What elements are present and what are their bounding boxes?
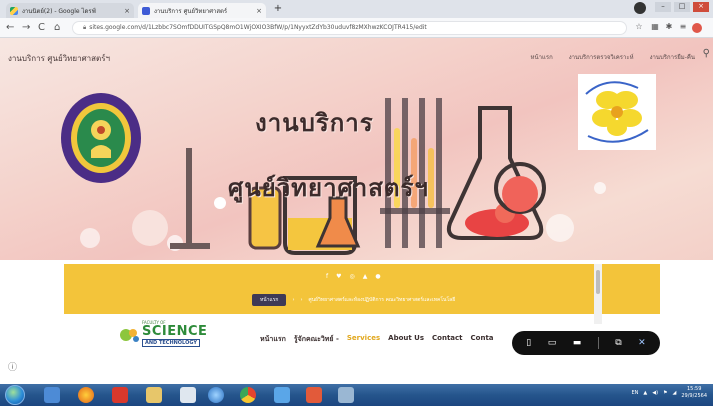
triangle-icon[interactable]: ▲	[363, 273, 368, 280]
language-indicator[interactable]: EN	[631, 390, 638, 396]
tablet-preview-icon[interactable]: ▭	[548, 338, 557, 348]
hero-headline-line1: งานบริการ	[255, 109, 374, 137]
flag-icon[interactable]: ⚑	[663, 390, 667, 396]
tray-arrow-icon[interactable]: ▲	[643, 390, 647, 396]
tab-close-icon[interactable]: ×	[124, 7, 130, 15]
social-icons: f ♥ ◎ ▲ ●	[326, 273, 381, 280]
science-burst-icon	[120, 329, 139, 342]
university-seal-logo	[61, 93, 141, 183]
home-icon[interactable]: ⌂	[54, 22, 60, 33]
site-title[interactable]: งานบริการ ศูนย์วิทยาศาสตร์ฯ	[8, 52, 110, 65]
url-bar[interactable]: 🔒︎ sites.google.com/d/1Lzbbc7SOmfDDUITGSp…	[72, 21, 627, 35]
new-tab-button[interactable]: +	[272, 4, 284, 15]
preview-nav-about-us[interactable]: About Us	[388, 334, 424, 345]
network-icon[interactable]: ◢	[673, 390, 677, 396]
hero-banner: งานบริการ ศูนย์วิทยาศาสตร์ฯ หน้าแรก งานบ…	[0, 38, 713, 260]
preview-nav-contact-truncated[interactable]: Conta	[471, 334, 494, 345]
folder-icon[interactable]	[146, 387, 162, 403]
logo-tech-text: AND TECHNOLOGY	[142, 339, 200, 347]
close-window-button[interactable]: ×	[693, 2, 709, 12]
preview-nav-about-faculty[interactable]: รู้จักคณะวิทย์ -	[294, 334, 339, 345]
faculty-science-logo[interactable]: FACULTY OF SCIENCE AND TECHNOLOGY	[116, 320, 212, 350]
preview-nav-home[interactable]: หน้าแรก	[260, 334, 286, 345]
back-arrow-icon[interactable]: ←	[6, 22, 14, 33]
address-toolbar: ← → C ⌂ 🔒︎ sites.google.com/d/1Lzbbc7SOmf…	[0, 18, 713, 38]
scrollbar-thumb[interactable]	[596, 270, 600, 294]
preview-nav-contact[interactable]: Contact	[432, 334, 463, 345]
clock[interactable]: 15:59 29/9/2564	[681, 386, 707, 400]
lock-icon: 🔒︎	[83, 24, 87, 31]
star-icon[interactable]: ☆	[634, 22, 644, 32]
info-icon[interactable]: ⓘ	[8, 360, 17, 373]
paint-icon[interactable]	[338, 387, 354, 403]
toolbar-divider	[597, 337, 599, 349]
start-button[interactable]	[5, 385, 25, 405]
logo-science-text: SCIENCE	[142, 324, 208, 339]
circle-icon[interactable]: ●	[375, 273, 380, 280]
internet-explorer-icon[interactable]	[208, 387, 224, 403]
firefox-icon[interactable]	[78, 387, 94, 403]
chevron-right-icon: ›	[292, 297, 295, 303]
tab-title: งานนิตย์(2) - Google ไดรฟ์	[22, 7, 96, 15]
explorer-icon[interactable]	[44, 387, 60, 403]
image-viewer-icon[interactable]	[274, 387, 290, 403]
document-icon[interactable]	[180, 387, 196, 403]
heart-icon[interactable]: ♥	[336, 273, 341, 280]
preview-main-nav: หน้าแรก รู้จักคณะวิทย์ - Services About …	[260, 334, 494, 345]
chevron-right-icon: ›	[300, 297, 303, 303]
facebook-icon[interactable]: f	[326, 273, 328, 280]
tab-sites-edit[interactable]: งานบริการ ศูนย์วิทยาศาสตร์ ×	[138, 3, 266, 18]
search-icon[interactable]: ⚲	[703, 48, 710, 59]
open-new-window-icon[interactable]: ⧉	[615, 338, 621, 348]
desktop-preview-icon[interactable]: ▬	[573, 338, 582, 348]
close-preview-icon[interactable]: ✕	[638, 338, 646, 348]
tab-close-icon[interactable]: ×	[256, 7, 262, 15]
device-preview-toolbar: ▯ ▭ ▬ ⧉ ✕	[512, 331, 660, 355]
tab-google-drive[interactable]: งานนิตย์(2) - Google ไดรฟ์ ×	[6, 3, 134, 18]
puzzle-icon[interactable]: ✱	[664, 22, 674, 32]
hero-headline-line2: ศูนย์วิทยาศาสตร์ฯ	[228, 174, 429, 202]
browser-tab-strip: งานนิตย์(2) - Google ไดรฟ์ × งานบริการ ศ…	[0, 0, 713, 18]
acrobat-icon[interactable]	[306, 387, 322, 403]
window-controls: – □ ×	[634, 2, 709, 14]
google-drive-icon	[10, 6, 18, 15]
breadcrumb-home-button[interactable]: หน้าแรก	[252, 294, 287, 306]
forward-arrow-icon[interactable]: →	[22, 22, 30, 33]
embedded-site-preview[interactable]: f ♥ ◎ ▲ ● หน้าแรก › › ศูนย์วิทยาศาสตร์แล…	[64, 264, 660, 384]
url-text: sites.google.com/d/1Lzbbc7SOmfDDUITGSpQ8…	[89, 24, 427, 31]
tab-title: งานบริการ ศูนย์วิทยาศาสตร์	[154, 7, 228, 15]
volume-icon[interactable]: ◀)	[652, 390, 658, 396]
maximize-button[interactable]: □	[674, 2, 690, 12]
system-tray: EN ▲ ◀) ⚑ ◢ 15:59 29/9/2564	[631, 386, 707, 400]
chrome-icon[interactable]	[240, 387, 256, 403]
breadcrumb: หน้าแรก › › ศูนย์วิทยาศาสตร์และห้องปฏิบั…	[252, 294, 455, 306]
minimize-button[interactable]: –	[655, 2, 671, 12]
flower-logo	[578, 74, 656, 150]
google-sites-icon	[142, 6, 150, 15]
breadcrumb-text: ศูนย์วิทยาศาสตร์และห้องปฏิบัติการ คณะวิท…	[308, 297, 456, 303]
instagram-icon[interactable]: ◎	[350, 273, 355, 280]
clock-time: 15:59	[686, 386, 702, 392]
page-viewport: งานบริการ ศูนย์วิทยาศาสตร์ฯ หน้าแรก งานบ…	[0, 38, 713, 384]
phone-preview-icon[interactable]: ▯	[526, 338, 531, 348]
nav-item-borrow-return[interactable]: งานบริการยืม-คืน	[650, 52, 695, 62]
preview-header-bar: f ♥ ◎ ▲ ● หน้าแรก › › ศูนย์วิทยาศาสตร์แล…	[64, 264, 660, 314]
windows-taskbar: EN ▲ ◀) ⚑ ◢ 15:59 29/9/2564	[0, 384, 713, 406]
profile-icon[interactable]	[634, 2, 646, 14]
reading-list-icon[interactable]: ≡	[678, 22, 688, 32]
avatar[interactable]	[692, 23, 702, 33]
pdf-reader-icon[interactable]	[112, 387, 128, 403]
preview-scrollbar[interactable]	[594, 264, 602, 324]
preview-nav-services[interactable]: Services	[347, 334, 380, 345]
nav-item-analysis-services[interactable]: งานบริการตรวจวิเคราะห์	[569, 52, 634, 62]
extension-icon[interactable]: ▦	[650, 22, 660, 32]
clock-date: 29/9/2564	[681, 393, 707, 399]
reload-icon[interactable]: C	[38, 22, 45, 33]
site-top-nav: หน้าแรก งานบริการตรวจวิเคราะห์ งานบริการ…	[531, 52, 695, 62]
nav-item-home[interactable]: หน้าแรก	[531, 52, 553, 62]
